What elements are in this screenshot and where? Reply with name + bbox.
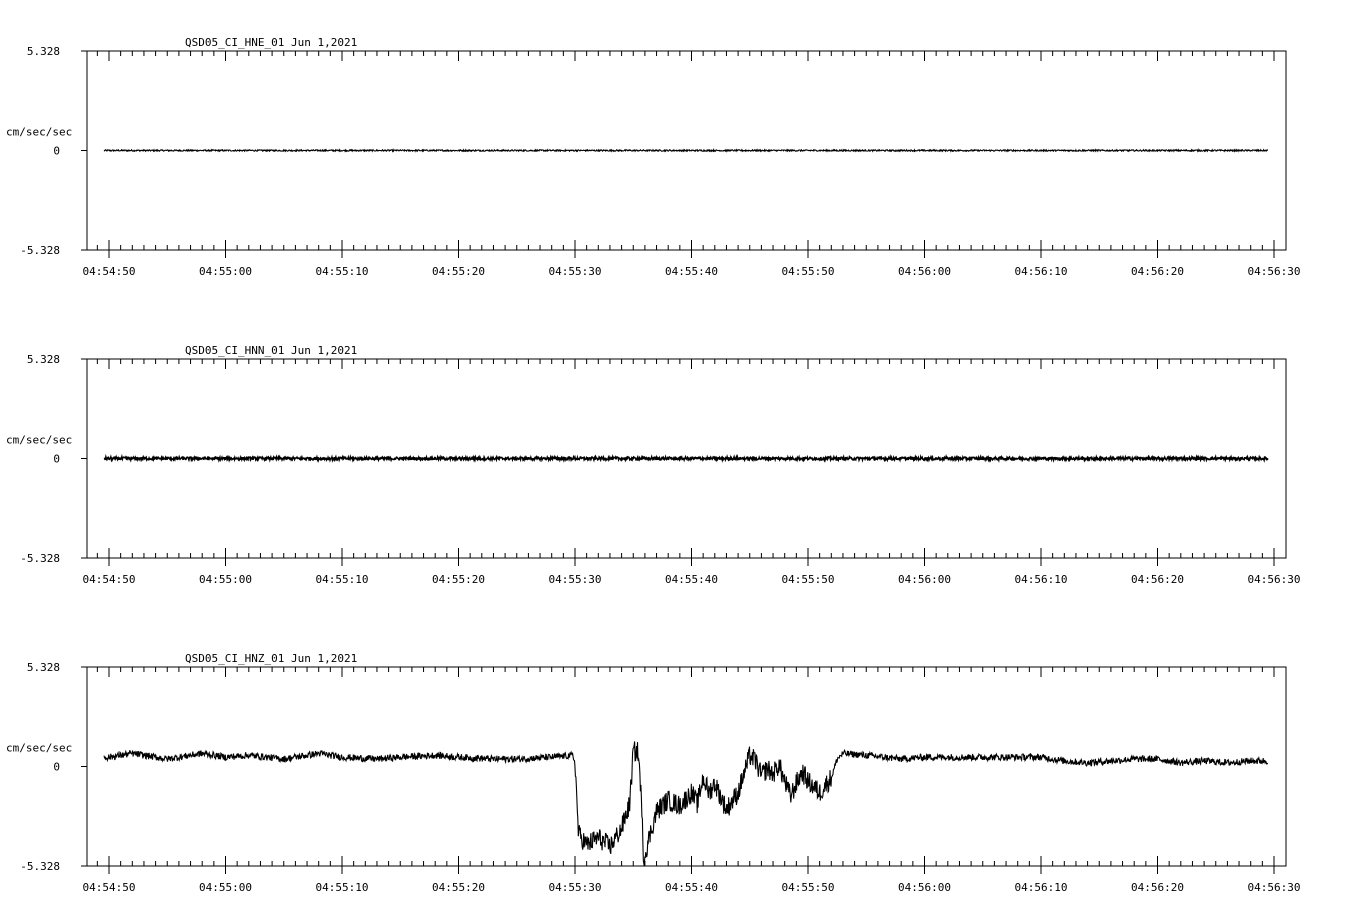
- y-tick-label: 0: [53, 761, 60, 774]
- y-tick-label: 5.328: [27, 661, 60, 674]
- x-tick-label: 04:56:10: [1015, 573, 1068, 586]
- x-tick-label: 04:56:10: [1015, 265, 1068, 278]
- seismogram-figure: QSD05_CI_HNE_01 Jun 1,2021 5.328 0 -5.328 cm…: [6, 36, 1300, 894]
- x-tick-label: 04:56:10: [1015, 881, 1068, 894]
- x-tick-label: 04:55:10: [316, 265, 369, 278]
- x-tick-label: 04:56:00: [898, 265, 951, 278]
- x-tick-label: 04:54:50: [83, 881, 136, 894]
- x-tick-label: 04:55:00: [199, 265, 252, 278]
- panel-title: QSD05_CI_HNE_01 Jun 1,2021: [185, 36, 357, 49]
- x-tick-label: 04:55:40: [665, 573, 718, 586]
- y-axis-label: cm/sec/sec: [6, 742, 72, 755]
- x-tick-label: 04:56:30: [1248, 573, 1301, 586]
- y-tick-label: 0: [53, 145, 60, 158]
- x-tick-label: 04:56:00: [898, 573, 951, 586]
- x-tick-label: 04:55:00: [199, 573, 252, 586]
- x-tick-label: 04:56:30: [1248, 881, 1301, 894]
- y-axis-label: cm/sec/sec: [6, 434, 72, 447]
- plot-frame: [86, 666, 1287, 867]
- x-tick-label: 04:55:40: [665, 881, 718, 894]
- y-axis-label: cm/sec/sec: [6, 126, 72, 139]
- x-tick-label: 04:56:20: [1131, 881, 1184, 894]
- x-tick-label: 04:56:00: [898, 881, 951, 894]
- x-tick-label: 04:56:30: [1248, 265, 1301, 278]
- waveform-trace: [103, 148, 1269, 153]
- x-tick-label: 04:55:10: [316, 573, 369, 586]
- y-tick-label: -5.328: [20, 244, 60, 257]
- x-tick-label: 04:55:20: [432, 881, 485, 894]
- x-tick-label: 04:55:10: [316, 881, 369, 894]
- x-tick-label: 04:55:50: [782, 881, 835, 894]
- x-tick-label: 04:55:30: [549, 881, 602, 894]
- y-tick-label: -5.328: [20, 552, 60, 565]
- y-tick-label: 5.328: [27, 353, 60, 366]
- x-tick-label: 04:56:20: [1131, 573, 1184, 586]
- x-tick-label: 04:55:50: [782, 573, 835, 586]
- waveform-trace: [103, 453, 1269, 464]
- x-tick-label: 04:54:50: [83, 573, 136, 586]
- x-tick-label: 04:55:20: [432, 573, 485, 586]
- panel-title: QSD05_CI_HNZ_01 Jun 1,2021: [185, 652, 357, 665]
- y-tick-label: 5.328: [27, 45, 60, 58]
- x-tick-label: 04:55:40: [665, 265, 718, 278]
- panel-2: QSD05_CI_HNN_01 Jun 1,2021 5.328 0 -5.328 cm…: [6, 344, 1300, 586]
- panel-3: QSD05_CI_HNZ_01 Jun 1,2021 5.328 0 -5.328 cm…: [6, 652, 1300, 894]
- x-tick-label: 04:55:00: [199, 881, 252, 894]
- waveform-trace: [103, 741, 1269, 867]
- y-tick-label: -5.328: [20, 860, 60, 873]
- panel-title: QSD05_CI_HNN_01 Jun 1,2021: [185, 344, 357, 357]
- x-tick-label: 04:55:50: [782, 265, 835, 278]
- y-tick-label: 0: [53, 453, 60, 466]
- x-tick-label: 04:56:20: [1131, 265, 1184, 278]
- x-tick-label: 04:55:20: [432, 265, 485, 278]
- x-tick-label: 04:55:30: [549, 265, 602, 278]
- x-tick-label: 04:55:30: [549, 573, 602, 586]
- x-tick-label: 04:54:50: [83, 265, 136, 278]
- panel-1: QSD05_CI_HNE_01 Jun 1,2021 5.328 0 -5.328 cm…: [6, 36, 1300, 278]
